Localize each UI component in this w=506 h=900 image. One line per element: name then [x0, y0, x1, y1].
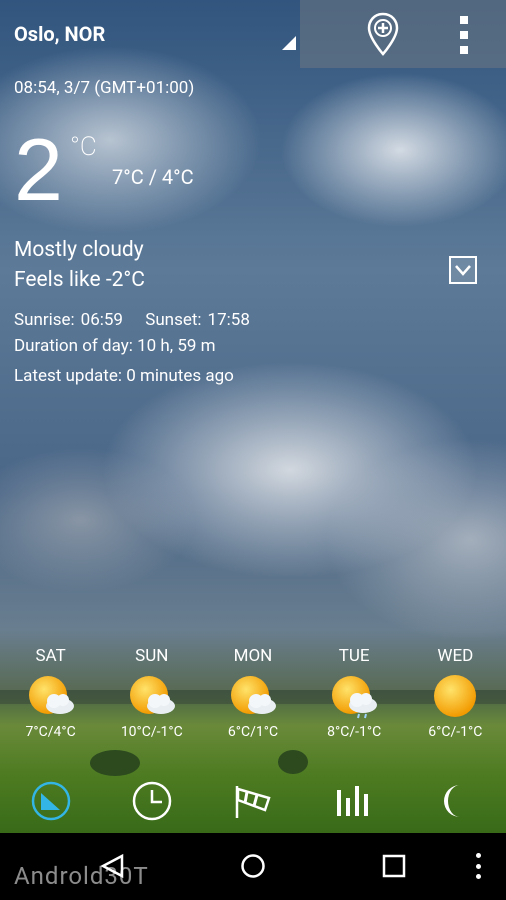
current-weather-icon [31, 781, 70, 821]
header-overlay [300, 0, 506, 68]
forecast-day-name: WED [437, 646, 474, 666]
partly-cloudy-icon [127, 674, 177, 720]
home-icon [241, 854, 265, 878]
forecast-day[interactable]: SUN 10°C/-1°C [101, 646, 202, 746]
sunrise-time: 06:59 [80, 310, 123, 330]
watermark-text: Androld30T [14, 862, 149, 890]
partly-cloudy-rain-icon [329, 674, 379, 720]
sunset-label: Sunset: [145, 310, 202, 330]
forecast-temp-range: 10°C/-1°C [120, 724, 183, 740]
recents-icon [382, 854, 406, 878]
forecast-day[interactable]: SAT 7°C/4°C [0, 646, 101, 746]
nav-wind[interactable] [229, 777, 277, 825]
temperature-unit: °C [70, 132, 97, 162]
location-title[interactable]: Oslo, NOR [14, 22, 105, 46]
chevron-down-icon [455, 265, 471, 276]
windsock-icon [235, 786, 271, 818]
forecast-day[interactable]: MON 6°C/1°C [202, 646, 303, 746]
sunset-time: 17:58 [207, 310, 250, 330]
forecast-temp-range: 6°C/1°C [227, 724, 279, 740]
temperature-range: 7°C / 4°C [112, 165, 194, 189]
nav-moon[interactable] [431, 777, 479, 825]
nav-hourly[interactable] [128, 777, 176, 825]
forecast-day[interactable]: WED 6°C/-1°C [405, 646, 506, 746]
recents-button[interactable] [381, 853, 407, 883]
daily-forecast: SAT 7°C/4°C SUN 10°C/-1°C MON 6°C/1°C TU… [0, 646, 506, 746]
nav-current-weather[interactable] [27, 777, 75, 825]
add-location-icon[interactable] [366, 12, 400, 56]
forecast-day-name: SAT [35, 646, 66, 666]
home-button[interactable] [240, 853, 266, 883]
sun-times: Sunrise: 06:59 Sunset: 17:58 [14, 310, 268, 330]
nav-charts[interactable] [330, 777, 378, 825]
sunrise-label: Sunrise: [14, 310, 75, 330]
partly-cloudy-icon [228, 674, 278, 720]
bar-chart-icon [337, 786, 369, 816]
partly-cloudy-icon [26, 674, 76, 720]
current-temperature: 2 [14, 120, 63, 219]
clock-icon [132, 781, 172, 821]
system-menu-icon[interactable] [474, 853, 482, 879]
forecast-day-name: MON [233, 646, 273, 666]
forecast-day[interactable]: TUE 8°C/-1°C [304, 646, 405, 746]
location-dropdown-icon[interactable] [282, 36, 296, 50]
forecast-temp-range: 6°C/-1°C [428, 724, 483, 740]
overflow-menu-icon[interactable] [456, 16, 472, 54]
forecast-temp-range: 7°C/4°C [25, 724, 76, 740]
forecast-temp-range: 8°C/-1°C [327, 724, 382, 740]
moon-icon [444, 785, 461, 817]
latest-update: Latest update: 0 minutes ago [14, 366, 234, 386]
weather-condition: Mostly cloudy [14, 238, 144, 262]
day-duration: Duration of day: 10 h, 59 m [14, 336, 216, 356]
forecast-day-name: SUN [135, 646, 169, 666]
sunny-icon [430, 674, 480, 720]
forecast-day-name: TUE [338, 646, 370, 666]
feels-like: Feels like -2°C [14, 268, 145, 292]
current-datetime: 08:54, 3/7 (GMT+01:00) [14, 78, 195, 98]
expand-details-button[interactable] [449, 256, 477, 284]
bottom-navigation [0, 770, 506, 832]
